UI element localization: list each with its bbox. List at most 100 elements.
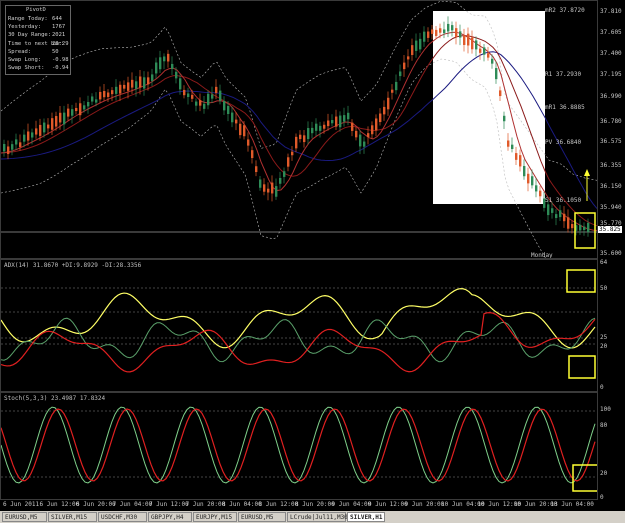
axis-tick-label: 20 xyxy=(600,343,608,350)
highlight-box-adx xyxy=(566,269,596,293)
adx-pane[interactable]: ADX(14) 31.8670 +DI:9.8929 -DI:28.3356 xyxy=(0,259,598,392)
candle-body xyxy=(355,130,358,138)
candle-body xyxy=(255,166,258,173)
candle-body xyxy=(359,134,362,147)
candle-body xyxy=(235,119,238,124)
pivot-info-label: Spread: xyxy=(8,48,32,55)
time-axis-label: 8 Jun 04:00 xyxy=(222,501,262,508)
chart-tab[interactable]: EURJPY,M15 xyxy=(193,512,237,522)
axis-tick-label: 36.780 xyxy=(600,118,622,125)
time-axis-label: 7 Jun 04:00 xyxy=(112,501,153,508)
candle-body xyxy=(571,224,574,229)
candle-body xyxy=(51,118,54,130)
chart-tab[interactable]: EURUSD,M5 xyxy=(238,512,286,522)
chart-tab[interactable]: USDCHF,M30 xyxy=(98,512,147,522)
candle-body xyxy=(399,71,402,77)
candle-body xyxy=(259,179,262,188)
candle-body xyxy=(283,171,286,177)
candle-body xyxy=(3,143,6,152)
day-label-monday: Monday xyxy=(531,252,553,259)
candle-body xyxy=(115,86,118,94)
time-axis-label: 6 Jun 20:00 xyxy=(76,501,116,508)
axis-tick-label: 36.150 xyxy=(600,183,622,190)
candle-body xyxy=(375,118,378,131)
candle-body xyxy=(339,115,342,128)
candle-body xyxy=(423,31,426,42)
stoch-main-line xyxy=(1,406,596,484)
axis-tick-label: 35.940 xyxy=(600,204,622,211)
candle-body xyxy=(535,185,538,192)
candle-body xyxy=(251,150,254,159)
axis-tick-label: 37.400 xyxy=(600,50,622,57)
candle-body xyxy=(163,56,166,62)
candle-body xyxy=(343,115,346,122)
candle-body xyxy=(99,91,102,100)
candle-body xyxy=(563,213,566,222)
chart-tab[interactable]: SILVER,H1 xyxy=(347,512,385,522)
candle-body xyxy=(471,37,474,50)
candle-body xyxy=(367,133,370,137)
candle-body xyxy=(243,125,246,137)
candle-body xyxy=(139,76,142,88)
candle-body xyxy=(199,100,202,106)
candle-body xyxy=(395,81,398,91)
candle-body xyxy=(383,106,386,115)
candle-body xyxy=(403,62,406,70)
candle-body xyxy=(211,94,214,99)
candle-body xyxy=(315,123,318,131)
candle-body xyxy=(323,124,326,129)
candle-body xyxy=(119,84,122,94)
chart-tab[interactable]: EURUSD,M5 xyxy=(2,512,47,522)
candle-body xyxy=(263,184,266,192)
candle-body xyxy=(291,151,294,156)
stoch-pane[interactable]: Stoch(5,3,3) 23.4987 17.8324 xyxy=(0,392,598,500)
candle-body xyxy=(55,116,58,127)
candle-body xyxy=(83,105,86,110)
candle-body xyxy=(479,48,482,53)
chart-tab[interactable]: GBPJPY,H4 xyxy=(148,512,192,522)
candle-body xyxy=(579,224,582,231)
candle-body xyxy=(59,112,62,123)
candle-body xyxy=(371,125,374,135)
candle-body xyxy=(419,38,422,50)
candle-body xyxy=(363,141,366,147)
adx-axis: 64 50 25 20 0 xyxy=(598,259,625,392)
pivot-info-label: Range Today: xyxy=(8,16,48,22)
chart-tab[interactable]: SILVER,M15 xyxy=(48,512,97,522)
candle-body xyxy=(487,53,490,58)
candle-body xyxy=(583,226,586,230)
chart-tab[interactable]: LCrude|Jul11,M30 xyxy=(287,512,348,522)
pivot-info-value: -0.94 xyxy=(52,65,69,72)
price-chart-pane[interactable]: PivotD Range Today: 644 Yesterday: 1767 30 D… xyxy=(0,0,598,259)
candle-body xyxy=(183,89,186,96)
candle-body xyxy=(551,208,554,213)
candle-body xyxy=(299,134,302,140)
candle-body xyxy=(279,177,282,184)
candle-body xyxy=(31,132,34,138)
candle-body xyxy=(475,40,478,50)
candle-body xyxy=(311,127,314,134)
candle-body xyxy=(435,29,438,36)
highlight-box-price xyxy=(574,212,596,249)
axis-tick-label: 64 xyxy=(600,259,608,266)
time-axis-label: 6 Jun 12:00 xyxy=(39,501,80,508)
pivot-info-value: 23:29 xyxy=(52,40,69,47)
candle-body xyxy=(523,166,526,177)
candle-body xyxy=(351,122,354,131)
stoch-canvas xyxy=(1,406,597,492)
candle-body xyxy=(123,84,126,89)
candle-body xyxy=(35,128,38,135)
candle-body xyxy=(307,128,310,140)
pivot-info-panel: PivotD Range Today: 644 Yesterday: 1767 30 D… xyxy=(5,5,71,75)
axis-tick-label: 37.810 xyxy=(600,8,622,15)
candle-body xyxy=(23,134,26,142)
candle-body xyxy=(67,108,70,117)
pivot-label-r1: R1 37.2930 xyxy=(545,71,582,78)
candle-body xyxy=(519,155,522,167)
candle-body xyxy=(319,125,322,131)
candle-body xyxy=(27,131,30,141)
pivot-info-title: PivotD xyxy=(26,7,46,13)
time-axis-label: 7 Jun 20:00 xyxy=(185,501,226,508)
candle-body xyxy=(227,105,230,114)
candle-body xyxy=(63,112,66,125)
